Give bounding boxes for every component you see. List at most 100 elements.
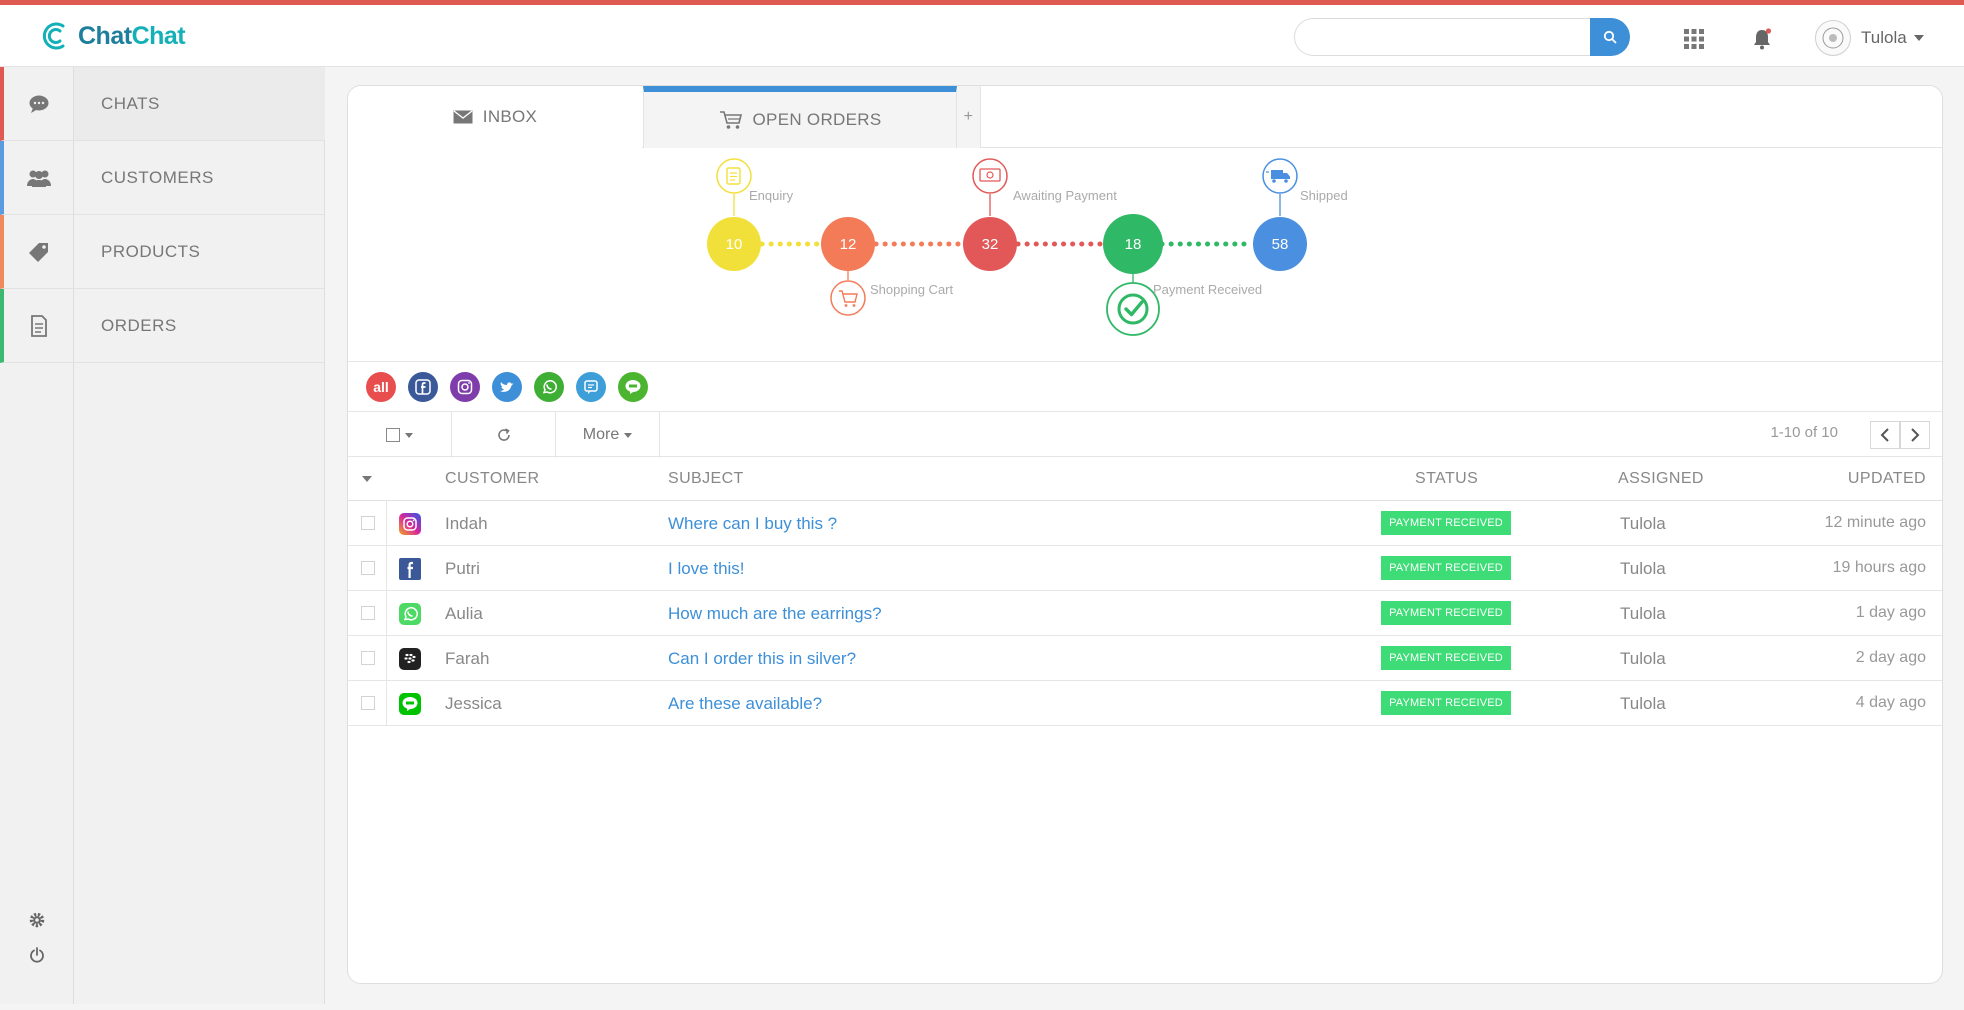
column-header-assigned[interactable]: ASSIGNED	[1618, 470, 1704, 488]
search-button[interactable]	[1590, 18, 1630, 56]
app-logo[interactable]: ChatChat	[38, 18, 186, 54]
logout-button[interactable]	[0, 940, 74, 970]
row-updated: 2 day ago	[1855, 649, 1926, 666]
row-checkbox[interactable]	[361, 651, 375, 665]
chat-bubble-icon	[29, 95, 49, 113]
row-subject-link[interactable]: Can I order this in silver?	[668, 649, 856, 669]
refresh-icon	[497, 428, 510, 441]
row-checkbox[interactable]	[361, 696, 375, 710]
pipeline-label-shipped: Shipped	[1300, 188, 1348, 203]
settings-button[interactable]	[0, 905, 74, 935]
select-all-dropdown[interactable]	[348, 412, 452, 458]
sidebar-icon-customers[interactable]	[0, 141, 74, 215]
sidebar-icon-orders[interactable]	[0, 289, 74, 363]
user-menu[interactable]: Tulola	[1815, 20, 1924, 56]
table-row[interactable]: Indah Where can I buy this ? PAYMENT REC…	[348, 501, 1942, 546]
row-updated: 4 day ago	[1855, 694, 1926, 711]
instagram-icon[interactable]	[450, 372, 480, 402]
row-subject-link[interactable]: Are these available?	[668, 694, 822, 714]
envelope-icon	[453, 110, 473, 124]
list-toolbar: More 1-10 of 10	[348, 411, 1942, 458]
row-checkbox[interactable]	[361, 561, 375, 575]
row-separator	[386, 501, 387, 546]
search-icon	[1603, 30, 1617, 44]
all-channels-label: all	[373, 379, 389, 395]
status-badge: PAYMENT RECEIVED	[1381, 511, 1511, 535]
line-icon[interactable]	[618, 372, 648, 402]
table-header: CUSTOMER SUBJECT STATUS ASSIGNED UPDATED	[348, 457, 1942, 501]
table-row[interactable]: Farah Can I order this in silver? PAYMEN…	[348, 636, 1942, 681]
table-row[interactable]: Aulia How much are the earrings? PAYMENT…	[348, 591, 1942, 636]
refresh-button[interactable]	[452, 412, 556, 458]
gear-icon	[29, 912, 45, 928]
row-subject-link[interactable]: Where can I buy this ?	[668, 514, 837, 534]
notification-bell-icon[interactable]	[1748, 25, 1776, 53]
more-dropdown[interactable]: More	[556, 412, 660, 458]
sidebar-item-label: CHATS	[101, 93, 160, 113]
tab-label: OPEN ORDERS	[752, 110, 882, 129]
sidebar-item-products[interactable]: PRODUCTS	[74, 215, 325, 289]
apps-grid-icon[interactable]	[1680, 25, 1708, 53]
pipeline-label-awaiting-payment: Awaiting Payment	[1013, 188, 1117, 203]
app-name: ChatChat	[78, 21, 186, 50]
sort-dropdown-icon[interactable]	[362, 476, 372, 482]
row-assigned: Tulola	[1620, 649, 1666, 668]
sidebar-item-chats[interactable]: CHATS	[74, 67, 325, 141]
payment-received-check-circle-icon	[1106, 282, 1160, 336]
column-header-status[interactable]: STATUS	[1415, 470, 1478, 488]
pipeline-label-payment-received: Payment Received	[1153, 282, 1262, 297]
enquiry-note-icon	[716, 158, 752, 194]
sidebar-icon-bar	[0, 67, 74, 1004]
facebook-icon[interactable]	[408, 372, 438, 402]
sidebar-item-orders[interactable]: ORDERS	[74, 289, 325, 363]
row-updated: 1 day ago	[1855, 604, 1926, 621]
next-page-button[interactable]	[1900, 421, 1930, 449]
pipeline-count-shipped: 58	[1272, 236, 1289, 253]
order-pipeline: 10 12 32 18 58 Enquiry Shopping Cart Awa…	[348, 152, 1942, 362]
table-row[interactable]: Putri I love this! PAYMENT RECEIVED Tulo…	[348, 546, 1942, 591]
chat-app-icon[interactable]	[576, 372, 606, 402]
status-badge: PAYMENT RECEIVED	[1381, 601, 1511, 625]
row-updated: 19 hours ago	[1832, 559, 1926, 576]
power-icon	[30, 947, 44, 963]
row-subject-link[interactable]: How much are the earrings?	[668, 604, 882, 624]
pipeline-count-enquiry: 10	[726, 236, 743, 253]
column-header-customer[interactable]: CUSTOMER	[445, 470, 539, 488]
pipeline-diagram: 10 12 32 18 58 Enquiry Shopping Cart Awa…	[707, 158, 1348, 336]
pipeline-label-enquiry: Enquiry	[749, 188, 794, 203]
row-checkbox[interactable]	[361, 606, 375, 620]
tab-bar: INBOX OPEN ORDERS +	[348, 86, 1942, 148]
sidebar-icon-products[interactable]	[0, 215, 74, 289]
whatsapp-icon[interactable]	[534, 372, 564, 402]
column-header-updated[interactable]: UPDATED	[1848, 470, 1926, 488]
previous-page-button[interactable]	[1870, 421, 1900, 449]
row-customer: Putri	[445, 559, 480, 578]
tab-inbox[interactable]: INBOX	[348, 86, 642, 148]
twitter-icon[interactable]	[492, 372, 522, 402]
column-header-subject[interactable]: SUBJECT	[668, 470, 744, 488]
sidebar-item-customers[interactable]: CUSTOMERS	[74, 141, 325, 215]
instagram-icon	[399, 513, 421, 535]
add-tab-button[interactable]: +	[957, 86, 981, 148]
whatsapp-icon	[399, 603, 421, 625]
sidebar-item-label: ORDERS	[101, 315, 177, 335]
row-checkbox[interactable]	[361, 516, 375, 530]
sidebar-item-label: CUSTOMERS	[101, 167, 214, 187]
row-subject-link[interactable]: I love this!	[668, 559, 745, 579]
blackberry-icon	[399, 648, 421, 670]
chevron-left-icon	[1880, 428, 1889, 442]
sidebar-icon-chats[interactable]	[0, 67, 74, 141]
row-assigned: Tulola	[1620, 514, 1666, 533]
search-input[interactable]	[1294, 18, 1592, 56]
row-assigned: Tulola	[1620, 694, 1666, 713]
shopping-cart-icon	[830, 280, 866, 316]
table-row[interactable]: Jessica Are these available? PAYMENT REC…	[348, 681, 1942, 726]
awaiting-payment-money-icon	[972, 158, 1008, 194]
pipeline-label-shopping-cart: Shopping Cart	[870, 282, 953, 297]
status-badge: PAYMENT RECEIVED	[1381, 691, 1511, 715]
tab-open-orders[interactable]: OPEN ORDERS	[643, 86, 957, 148]
avatar	[1815, 20, 1851, 56]
channel-filter-all[interactable]: all	[366, 372, 396, 402]
row-separator	[386, 546, 387, 591]
row-updated: 12 minute ago	[1824, 514, 1926, 531]
